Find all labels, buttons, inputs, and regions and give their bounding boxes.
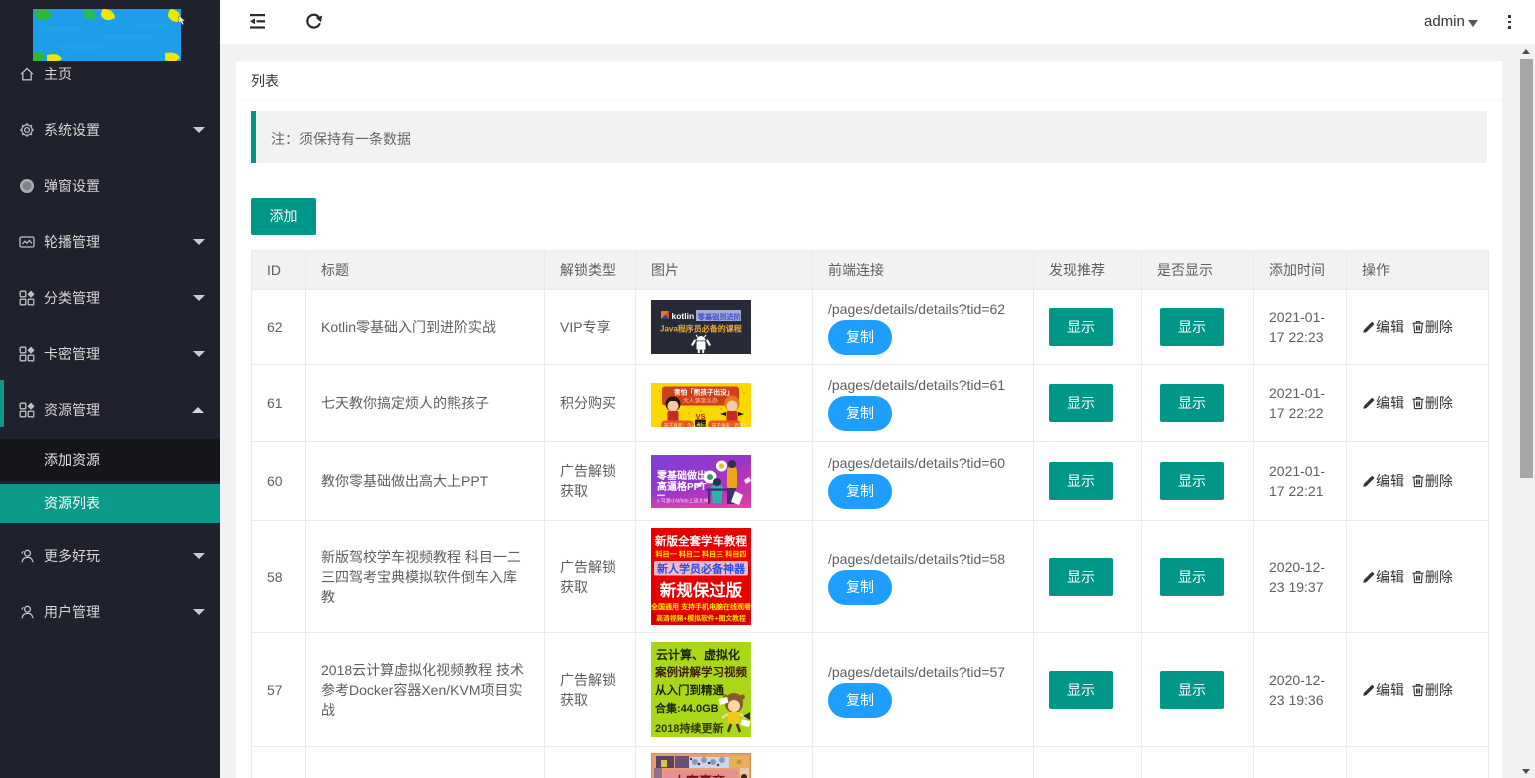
svg-text:kotlin: kotlin [672, 311, 695, 321]
svg-text:新人学员必备神器: 新人学员必备神器 [657, 562, 746, 576]
svg-text:科目一 科目二 科目三 科目四: 科目一 科目二 科目三 科目四 [655, 550, 746, 559]
svg-text:大富豪商: 大富豪商 [673, 774, 725, 778]
svg-text:大人该怎么办: 大人该怎么办 [683, 396, 718, 404]
svg-text:高清视频+模拟软件+图文教程: 高清视频+模拟软件+图文教程 [656, 614, 746, 623]
svg-text:从入门到精通: 从入门到精通 [655, 683, 724, 697]
svg-text:孩子调皮：咋整?: 孩子调皮：咋整? [712, 421, 747, 426]
svg-text:新版全套学车教程: 新版全套学车教程 [655, 534, 747, 548]
svg-text:新规保过版: 新规保过版 [660, 580, 743, 600]
svg-text:案例讲解学习视频: 案例讲解学习视频 [654, 665, 747, 679]
svg-text:零基础到进阶: 零基础到进阶 [697, 312, 742, 321]
svg-text:x 可靠小White上道大神: x 可靠小White上道大神 [657, 497, 709, 504]
svg-text:云计算、虚拟化: 云计算、虚拟化 [656, 647, 740, 662]
svg-text:2018持续更新: 2018持续更新 [655, 721, 723, 735]
svg-text:害怕「熊孩子出没」: 害怕「熊孩子出没」 [674, 387, 733, 396]
svg-text:合集:44.0GB: 合集:44.0GB [655, 701, 719, 715]
svg-text:高逼格PPT: 高逼格PPT [657, 480, 706, 493]
svg-text:Java程序员必备的课程: Java程序员必备的课程 [660, 324, 742, 334]
svg-text:零基础做出: 零基础做出 [656, 469, 707, 482]
svg-text:全国通用 支持手机电脑在线观看: 全国通用 支持手机电脑在线观看 [651, 602, 751, 611]
svg-text:孩子喜欢：怎么办?: 孩子喜欢：怎么办? [664, 421, 704, 426]
